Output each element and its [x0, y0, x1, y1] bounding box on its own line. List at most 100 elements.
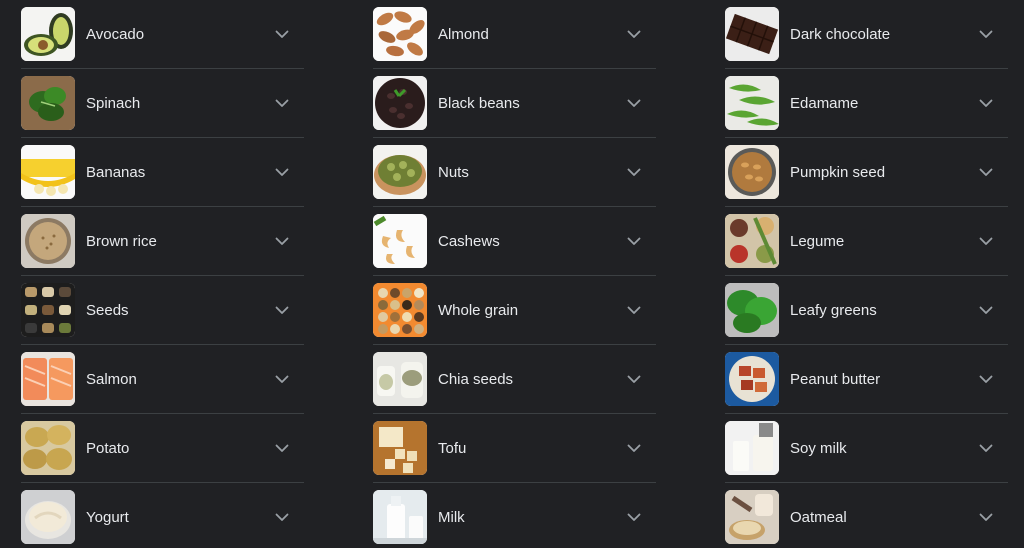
food-list-page: Avocado Spinach Bananas Brown rice Seeds Salm…	[0, 0, 1024, 548]
food-item-dark-chocolate[interactable]: Dark chocolate	[725, 0, 1008, 69]
avocado-thumbnail	[21, 7, 75, 61]
chevron-down-icon[interactable]	[622, 505, 646, 529]
black-beans-thumbnail	[373, 76, 427, 130]
chevron-down-icon[interactable]	[270, 436, 294, 460]
chevron-down-icon[interactable]	[270, 505, 294, 529]
chevron-down-icon[interactable]	[974, 298, 998, 322]
peanut-butter-thumbnail	[725, 352, 779, 406]
dark-chocolate-thumbnail	[725, 7, 779, 61]
food-item-label: Legume	[790, 232, 845, 250]
chevron-down-icon[interactable]	[270, 160, 294, 184]
food-column-2: Almond Black beans Nuts Cashews Whole grain C…	[373, 0, 656, 548]
food-item-legume[interactable]: Legume	[725, 207, 1008, 276]
food-item-label: Soy milk	[790, 439, 847, 457]
food-item-label: Peanut butter	[790, 370, 881, 388]
chevron-down-icon[interactable]	[974, 160, 998, 184]
food-item-label: Whole grain	[438, 301, 519, 319]
chevron-down-icon[interactable]	[974, 436, 998, 460]
food-item-label: Bananas	[86, 163, 146, 181]
soy-milk-thumbnail	[725, 421, 779, 475]
chevron-down-icon[interactable]	[974, 229, 998, 253]
food-item-peanut-butter[interactable]: Peanut butter	[725, 345, 1008, 414]
food-item-black-beans[interactable]: Black beans	[373, 69, 656, 138]
bananas-thumbnail	[21, 145, 75, 199]
food-column-3: Dark chocolate Edamame Pumpkin seed Legume L…	[725, 0, 1008, 548]
food-item-label: Milk	[438, 508, 465, 526]
whole-grain-thumbnail	[373, 283, 427, 337]
food-item-label: Black beans	[438, 94, 520, 112]
food-item-potato[interactable]: Potato	[21, 414, 304, 483]
seeds-thumbnail	[21, 283, 75, 337]
chia-seeds-thumbnail	[373, 352, 427, 406]
chevron-down-icon[interactable]	[622, 229, 646, 253]
potato-thumbnail	[21, 421, 75, 475]
food-item-yogurt[interactable]: Yogurt	[21, 483, 304, 548]
yogurt-thumbnail	[21, 490, 75, 544]
food-item-milk[interactable]: Milk	[373, 483, 656, 548]
food-item-label: Spinach	[86, 94, 141, 112]
food-item-bananas[interactable]: Bananas	[21, 138, 304, 207]
food-item-label: Edamame	[790, 94, 859, 112]
chevron-down-icon[interactable]	[622, 22, 646, 46]
food-item-leafy-greens[interactable]: Leafy greens	[725, 276, 1008, 345]
milk-thumbnail	[373, 490, 427, 544]
chevron-down-icon[interactable]	[974, 22, 998, 46]
food-item-label: Yogurt	[86, 508, 129, 526]
chevron-down-icon[interactable]	[974, 367, 998, 391]
tofu-thumbnail	[373, 421, 427, 475]
salmon-thumbnail	[21, 352, 75, 406]
food-item-label: Oatmeal	[790, 508, 847, 526]
food-item-label: Avocado	[86, 25, 145, 43]
chevron-down-icon[interactable]	[622, 436, 646, 460]
food-item-label: Potato	[86, 439, 130, 457]
food-item-spinach[interactable]: Spinach	[21, 69, 304, 138]
food-item-label: Pumpkin seed	[790, 163, 886, 181]
nuts-thumbnail	[373, 145, 427, 199]
food-item-label: Nuts	[438, 163, 469, 181]
chevron-down-icon[interactable]	[622, 91, 646, 115]
chevron-down-icon[interactable]	[270, 229, 294, 253]
edamame-thumbnail	[725, 76, 779, 130]
chevron-down-icon[interactable]	[270, 91, 294, 115]
chevron-down-icon[interactable]	[270, 298, 294, 322]
food-item-label: Cashews	[438, 232, 500, 250]
chevron-down-icon[interactable]	[270, 367, 294, 391]
food-item-whole-grain[interactable]: Whole grain	[373, 276, 656, 345]
food-item-chia-seeds[interactable]: Chia seeds	[373, 345, 656, 414]
food-item-label: Seeds	[86, 301, 129, 319]
brown-rice-thumbnail	[21, 214, 75, 268]
leafy-greens-thumbnail	[725, 283, 779, 337]
food-item-soy-milk[interactable]: Soy milk	[725, 414, 1008, 483]
food-item-seeds[interactable]: Seeds	[21, 276, 304, 345]
chevron-down-icon[interactable]	[622, 298, 646, 322]
spinach-thumbnail	[21, 76, 75, 130]
almond-thumbnail	[373, 7, 427, 61]
food-item-avocado[interactable]: Avocado	[21, 0, 304, 69]
food-item-label: Dark chocolate	[790, 25, 891, 43]
chevron-down-icon[interactable]	[622, 367, 646, 391]
food-column-1: Avocado Spinach Bananas Brown rice Seeds Salm…	[21, 0, 304, 548]
food-item-oatmeal[interactable]: Oatmeal	[725, 483, 1008, 548]
pumpkin-seed-thumbnail	[725, 145, 779, 199]
food-item-label: Leafy greens	[790, 301, 877, 319]
food-item-cashews[interactable]: Cashews	[373, 207, 656, 276]
cashews-thumbnail	[373, 214, 427, 268]
food-item-label: Chia seeds	[438, 370, 514, 388]
chevron-down-icon[interactable]	[974, 505, 998, 529]
food-item-nuts[interactable]: Nuts	[373, 138, 656, 207]
food-item-label: Tofu	[438, 439, 467, 457]
food-item-pumpkin-seed[interactable]: Pumpkin seed	[725, 138, 1008, 207]
food-item-tofu[interactable]: Tofu	[373, 414, 656, 483]
food-item-label: Brown rice	[86, 232, 157, 250]
chevron-down-icon[interactable]	[974, 91, 998, 115]
food-item-label: Almond	[438, 25, 489, 43]
chevron-down-icon[interactable]	[270, 22, 294, 46]
chevron-down-icon[interactable]	[622, 160, 646, 184]
food-item-label: Salmon	[86, 370, 137, 388]
food-item-brown-rice[interactable]: Brown rice	[21, 207, 304, 276]
legume-thumbnail	[725, 214, 779, 268]
food-item-edamame[interactable]: Edamame	[725, 69, 1008, 138]
food-item-salmon[interactable]: Salmon	[21, 345, 304, 414]
food-item-almond[interactable]: Almond	[373, 0, 656, 69]
oatmeal-thumbnail	[725, 490, 779, 544]
